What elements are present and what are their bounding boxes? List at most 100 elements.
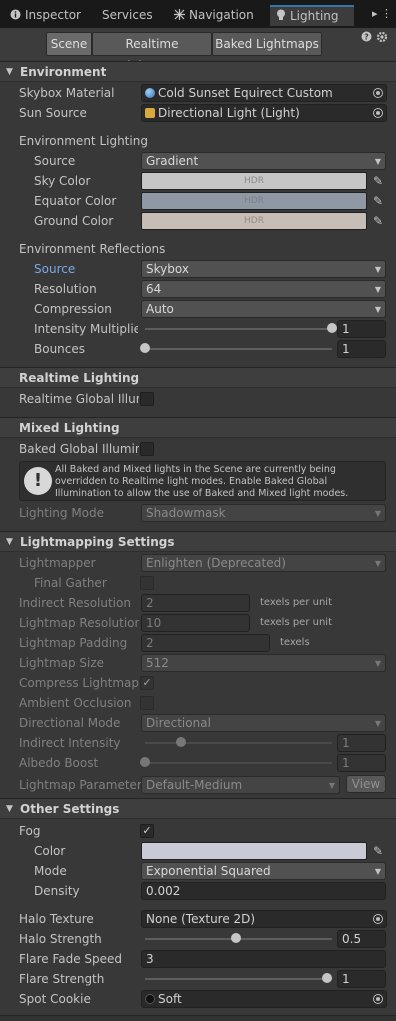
spot-cookie-label: Spot Cookie (19, 992, 91, 1006)
eyedropper-icon[interactable]: ✎ (370, 173, 386, 189)
section-mixed-lighting[interactable]: Mixed Lighting (0, 417, 396, 438)
chevron-down-icon: ▼ (374, 659, 381, 668)
equator-color-label: Equator Color (34, 194, 117, 208)
lightmap-resolution-field[interactable]: 10 (141, 614, 250, 632)
ground-color-swatch[interactable]: HDR (141, 212, 367, 230)
lightmap-size-label: Lightmap Size (19, 656, 105, 670)
compress-lightmaps-label: Compress Lightmaps (19, 676, 139, 690)
object-picker-icon[interactable] (373, 994, 383, 1004)
halo-strength-field[interactable]: 0.5 (337, 930, 386, 948)
intensity-slider-track[interactable] (145, 328, 332, 330)
albedo-boost-slider-handle[interactable] (140, 757, 150, 767)
foldout-icon: ▼ (6, 537, 13, 547)
final-gather-checkbox[interactable] (140, 576, 154, 590)
albedo-boost-slider-track[interactable] (145, 762, 332, 764)
subtab-realtime-lightmaps[interactable]: Realtime Lightmaps (92, 32, 212, 73)
foldout-icon: ▼ (6, 804, 13, 814)
checkmark-icon: ✓ (142, 824, 152, 837)
section-realtime-lighting[interactable]: Realtime Lighting (0, 367, 396, 388)
albedo-boost-field[interactable]: 1 (337, 754, 386, 772)
directional-mode-dropdown[interactable]: Directional ▼ (141, 714, 386, 732)
fog-label: Fog (19, 824, 41, 838)
compression-dropdown[interactable]: Auto ▼ (141, 300, 386, 318)
indirect-intensity-field[interactable]: 1 (337, 734, 386, 752)
albedo-boost-label: Albedo Boost (19, 756, 99, 770)
tab-lighting[interactable]: Lighting (270, 5, 354, 26)
environment-lighting-heading: Environment Lighting (19, 134, 148, 148)
fog-mode-dropdown[interactable]: Exponential Squared ▼ (141, 862, 386, 880)
fog-density-field[interactable]: 0.002 (141, 882, 386, 900)
object-picker-icon[interactable] (373, 108, 383, 118)
realtime-gi-checkbox[interactable] (140, 392, 154, 406)
skybox-material-field[interactable]: Cold Sunset Equirect Custom (141, 84, 387, 102)
equator-color-swatch[interactable]: HDR (141, 192, 367, 210)
ambient-source-dropdown[interactable]: Gradient ▼ (141, 152, 386, 170)
halo-texture-field[interactable]: None (Texture 2D) (141, 910, 387, 928)
lightmap-parameters-dropdown[interactable]: Default-Medium ▼ (141, 776, 340, 794)
eyedropper-icon[interactable]: ✎ (370, 193, 386, 209)
baked-gi-checkbox[interactable] (140, 442, 154, 456)
section-lightmapping-settings[interactable]: ▼ Lightmapping Settings (0, 531, 396, 552)
tab-inspector[interactable]: Inspector (4, 5, 81, 26)
indirect-intensity-label: Indirect Intensity (19, 736, 121, 750)
fog-density-label: Density (34, 884, 80, 898)
lightbulb-icon (276, 8, 286, 26)
lightmap-size-dropdown[interactable]: 512 ▼ (141, 654, 386, 672)
lightmap-padding-field[interactable]: 2 (141, 634, 270, 652)
eyedropper-icon[interactable]: ✎ (370, 843, 386, 859)
ambient-occlusion-label: Ambient Occlusion (19, 696, 132, 710)
flare-strength-slider-track[interactable] (145, 978, 332, 980)
halo-strength-slider-handle[interactable] (231, 933, 241, 943)
resolution-dropdown[interactable]: 64 ▼ (141, 280, 386, 298)
fog-mode-label: Mode (34, 864, 67, 878)
fog-color-swatch[interactable] (141, 842, 367, 860)
intensity-slider-handle[interactable] (327, 323, 337, 333)
chevron-down-icon: ▼ (374, 509, 381, 518)
object-picker-icon[interactable] (373, 88, 383, 98)
spot-cookie-field[interactable]: Soft (141, 990, 387, 1008)
compress-lightmaps-checkbox[interactable]: ✓ (140, 676, 154, 690)
bounces-slider-handle[interactable] (140, 343, 150, 353)
intensity-value-field[interactable]: 1 (337, 320, 386, 338)
indirect-intensity-slider-handle[interactable] (176, 737, 187, 747)
sky-color-swatch[interactable]: HDR (141, 172, 367, 190)
fog-checkbox[interactable]: ✓ (140, 824, 154, 838)
flare-fade-speed-field[interactable]: 3 (141, 950, 386, 968)
tab-services[interactable]: Services (96, 5, 153, 26)
tab-navigation[interactable]: Navigation (168, 5, 254, 26)
lightmap-resolution-unit: texels per unit (260, 617, 332, 628)
settings-icon[interactable] (376, 31, 388, 46)
flare-strength-field[interactable]: 1 (337, 970, 386, 988)
chevron-down-icon: ▼ (374, 157, 381, 166)
fog-color-label: Color (34, 844, 66, 858)
flare-strength-slider-handle[interactable] (322, 973, 332, 983)
object-picker-icon[interactable] (373, 914, 383, 924)
sun-source-label: Sun Source (19, 106, 87, 120)
lighting-mode-dropdown[interactable]: Shadowmask ▼ (141, 504, 386, 522)
chevron-down-icon: ▼ (374, 559, 381, 568)
eyedropper-icon[interactable]: ✎ (370, 213, 386, 229)
resolution-label: Resolution (34, 282, 97, 296)
subtab-scene[interactable]: Scene (46, 32, 92, 56)
indirect-intensity-slider-track[interactable] (145, 742, 332, 744)
bounces-slider-track[interactable] (145, 348, 332, 350)
halo-strength-label: Halo Strength (19, 932, 102, 946)
section-environment[interactable]: ▼ Environment (0, 61, 396, 82)
intensity-multiplier-label: Intensity Multiplier (34, 322, 138, 336)
tab-menu-icon[interactable]: ▸ ⋮ (372, 7, 392, 20)
lightmap-padding-label: Lightmap Padding (19, 636, 128, 650)
baked-gi-label: Baked Global Illumination (19, 442, 139, 456)
sun-source-field[interactable]: Directional Light (Light) (141, 104, 387, 122)
bounces-value-field[interactable]: 1 (337, 340, 386, 358)
lighting-mode-label: Lighting Mode (19, 506, 105, 520)
indirect-resolution-field[interactable]: 2 (141, 594, 250, 612)
reflection-source-dropdown[interactable]: Skybox ▼ (141, 260, 386, 278)
lightmapper-dropdown[interactable]: Enlighten (Deprecated) ▼ (141, 554, 386, 572)
subtab-baked-lightmaps[interactable]: Baked Lightmaps (212, 32, 322, 56)
sky-color-label: Sky Color (34, 174, 91, 188)
chevron-down-icon: ▼ (328, 781, 335, 790)
view-parameters-button[interactable]: View (346, 775, 386, 793)
section-other-settings[interactable]: ▼ Other Settings (0, 798, 396, 819)
help-icon[interactable]: ? (361, 31, 372, 45)
ambient-occlusion-checkbox[interactable] (140, 696, 154, 710)
